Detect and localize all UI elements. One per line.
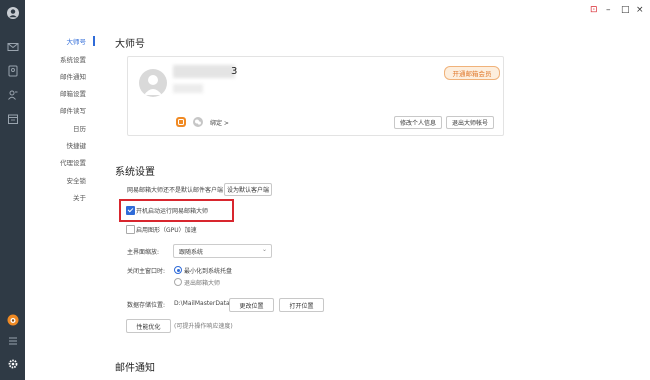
notify-section-title: 邮件通知 xyxy=(115,363,155,374)
nav-item-master[interactable]: 大师号 xyxy=(67,36,87,46)
storage-path: D:\MailMasterData xyxy=(174,300,230,307)
contacts-icon[interactable] xyxy=(6,64,19,77)
people-icon[interactable] xyxy=(6,88,19,101)
open-location-button[interactable]: 打开位置 xyxy=(279,298,324,312)
maximize-button[interactable]: □ xyxy=(621,5,630,15)
close-option-tray-radio[interactable] xyxy=(174,266,182,274)
nav-item-calendar[interactable]: 日历 xyxy=(73,123,86,133)
username-suffix: 3 xyxy=(231,66,238,77)
username-blurred xyxy=(173,65,235,78)
nav-item-proxy[interactable]: 代理设置 xyxy=(60,157,86,167)
nav-item-shortcuts[interactable]: 快捷键 xyxy=(67,140,87,150)
zoom-select-value: 跟随系统 xyxy=(179,249,204,256)
mail-icon[interactable] xyxy=(6,40,19,53)
calendar-icon[interactable] xyxy=(6,112,19,125)
bind-link[interactable]: 绑定 > xyxy=(210,118,229,127)
close-option-exit-radio[interactable] xyxy=(174,278,182,286)
logout-master-button[interactable]: 退出大师帐号 xyxy=(446,116,494,129)
email-blurred xyxy=(173,84,203,93)
nav-item-about[interactable]: 关于 xyxy=(73,192,86,202)
zoom-select[interactable]: 跟随系统 ⌄ xyxy=(173,244,272,258)
settings-icon[interactable] xyxy=(6,357,19,370)
close-button[interactable]: × xyxy=(636,5,644,15)
app-sidebar xyxy=(0,0,25,380)
minimize-button[interactable]: – xyxy=(606,5,611,15)
nav-item-lock[interactable]: 安全锁 xyxy=(67,175,87,185)
nav-item-notify[interactable]: 邮件通知 xyxy=(60,71,86,81)
close-option-exit-label: 退出邮箱大师 xyxy=(184,280,221,287)
mail-app-icon xyxy=(176,117,186,127)
avatar-icon[interactable] xyxy=(6,6,19,19)
wechat-icon xyxy=(193,117,203,127)
close-window-label: 关闭主窗口时: xyxy=(127,268,166,275)
chevron-down-icon: ⌄ xyxy=(261,246,267,253)
edit-profile-button[interactable]: 修改个人信息 xyxy=(394,116,442,129)
gpu-label: 启用图形（GPU）加速 xyxy=(136,227,197,234)
nav-item-readwrite[interactable]: 邮件读写 xyxy=(60,105,86,115)
set-default-button[interactable]: 设为默认客户端 xyxy=(224,183,272,196)
highlight-box xyxy=(119,199,234,222)
pin-button[interactable]: ⊡ xyxy=(590,5,598,15)
vip-upgrade-button[interactable]: 开通邮箱会员 xyxy=(444,66,500,80)
system-section-title: 系统设置 xyxy=(115,167,155,178)
app-badge-icon[interactable] xyxy=(6,313,19,326)
close-option-tray-label: 最小化到系统托盘 xyxy=(184,268,233,275)
default-client-text: 网易邮箱大师还不是默认邮件客户端 xyxy=(127,187,224,194)
storage-label: 数据存储位置: xyxy=(127,302,166,309)
nav-item-system[interactable]: 系统设置 xyxy=(60,54,86,64)
theme-label: 主界面缩放: xyxy=(127,249,160,256)
optimize-hint: (可提升操作响应速度) xyxy=(174,323,233,330)
change-location-button[interactable]: 更改位置 xyxy=(229,298,274,312)
menu-icon[interactable] xyxy=(6,334,19,347)
master-section-title: 大师号 xyxy=(115,39,145,50)
optimize-button[interactable]: 性能优化 xyxy=(126,319,171,333)
user-avatar[interactable] xyxy=(139,69,167,97)
nav-active-indicator xyxy=(93,36,95,46)
gpu-checkbox[interactable] xyxy=(126,225,135,234)
nav-item-mailbox[interactable]: 邮箱设置 xyxy=(60,88,86,98)
